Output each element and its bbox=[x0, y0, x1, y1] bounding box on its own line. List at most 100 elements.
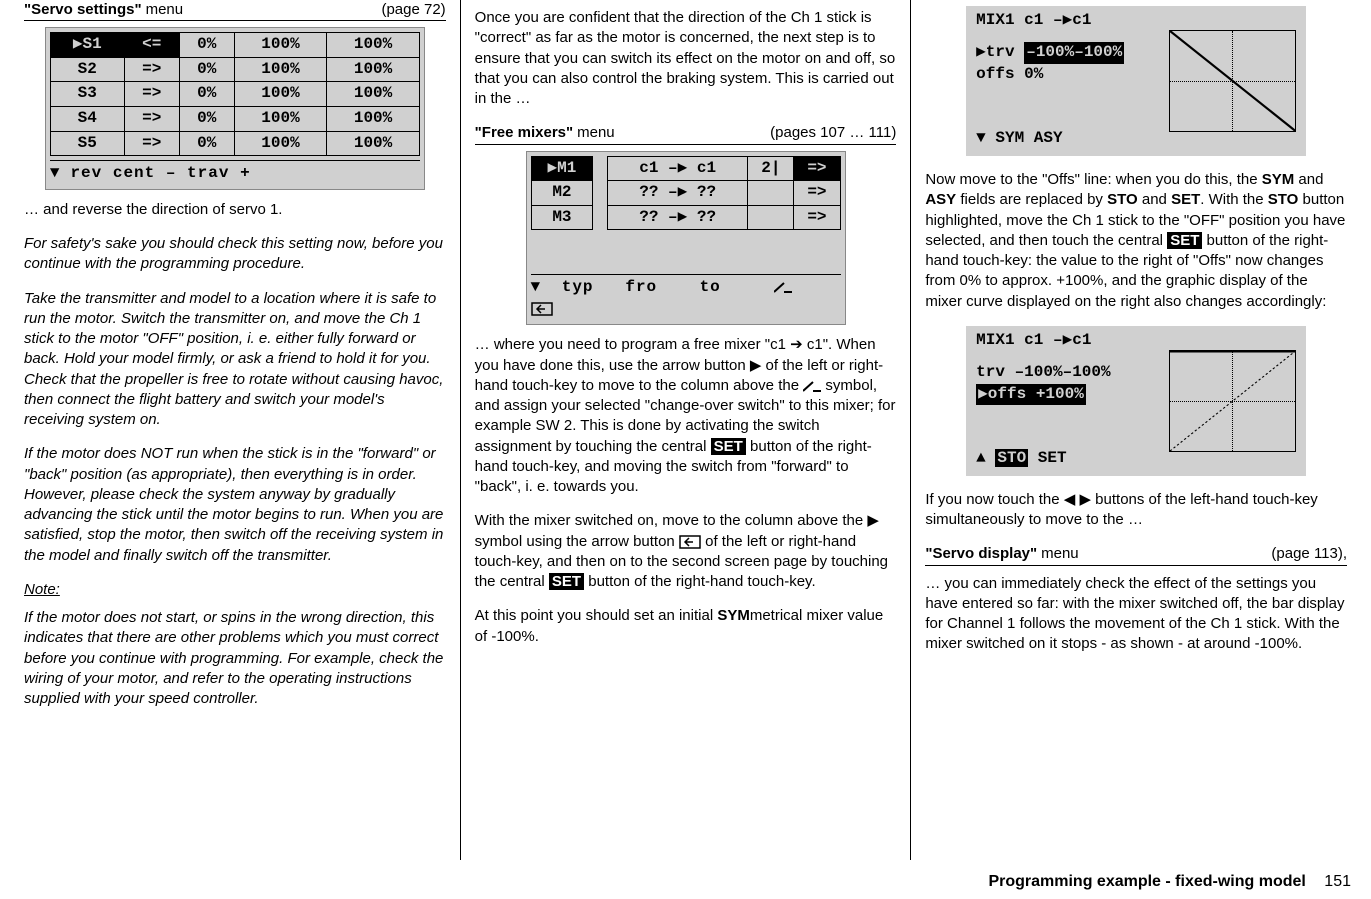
t1-s4: 100% bbox=[234, 107, 327, 132]
m1-to: c1 bbox=[697, 159, 716, 177]
t2-s4: 100% bbox=[327, 107, 420, 132]
mix1-offs: offs 0% bbox=[976, 64, 1169, 86]
rev-s5: => bbox=[124, 131, 179, 156]
foot-fro: fro bbox=[625, 278, 657, 296]
c3-p2: If you now touch the ◀ ▶ buttons of the … bbox=[925, 490, 1347, 531]
menu-name: "Servo settings" bbox=[24, 0, 142, 20]
c2-p3: With the mixer switched on, move to the … bbox=[475, 511, 897, 592]
sto-button: STO bbox=[995, 449, 1028, 467]
switch-symbol-icon bbox=[803, 380, 821, 392]
c2-p2a: … where you need to program a free mixer… bbox=[475, 336, 883, 394]
c3-p1-pre: Now move to the "Offs" line: when you do… bbox=[925, 171, 1261, 188]
column-3: MIX1 c1 –▶c1 ▶trv –100%–100% offs 0% ▼ S… bbox=[911, 0, 1361, 860]
mix2-offs: ▶offs +100% bbox=[976, 384, 1086, 406]
cent-s2: 0% bbox=[179, 57, 234, 82]
mixer-curve-chart bbox=[1169, 30, 1296, 132]
mix1-screen-sym: MIX1 c1 –▶c1 ▶trv –100%–100% offs 0% ▼ S… bbox=[966, 6, 1306, 156]
m1-sw: 2| bbox=[748, 156, 794, 181]
rev-s2: => bbox=[124, 57, 179, 82]
mix1-trv: ▶trv –100%–100% bbox=[976, 42, 1169, 64]
c3-p1-m2: fields are replaced by bbox=[956, 191, 1107, 208]
rev-s1: <= bbox=[124, 33, 179, 58]
c1-p4: If the motor does NOT run when the stick… bbox=[24, 444, 446, 566]
column-2: Once you are confident that the directio… bbox=[461, 0, 912, 860]
footer-title: Programming example - fixed-wing model bbox=[988, 873, 1305, 890]
c1-p3: Take the transmitter and model to a loca… bbox=[24, 289, 446, 431]
rev-s4: => bbox=[124, 107, 179, 132]
footer-page-number: 151 bbox=[1324, 873, 1351, 890]
menu-word: menu bbox=[1041, 544, 1271, 564]
servo-settings-screen: ▶S1 <= 0% 100% 100% S2 => 0% 100% 100% S… bbox=[45, 27, 425, 190]
mix2-foot: ▲ STO SET bbox=[976, 448, 1066, 470]
note-label: Note: bbox=[24, 580, 446, 600]
c2-p3c: button of the right-hand touch-key. bbox=[584, 573, 816, 590]
foot-typ: typ bbox=[562, 278, 594, 296]
enter-icon bbox=[679, 535, 701, 549]
menu-word: menu bbox=[577, 123, 770, 143]
c2-p4-bold: SYM bbox=[717, 607, 750, 624]
page-footer: Programming example - fixed-wing model 1… bbox=[988, 873, 1351, 891]
c3-p1-m3: and bbox=[1138, 191, 1171, 208]
m2-sw bbox=[748, 181, 794, 206]
m3-sym: => bbox=[794, 205, 840, 230]
foot-to: to bbox=[700, 278, 721, 296]
c3-p1-b5: STO bbox=[1268, 191, 1299, 208]
t2-s2: 100% bbox=[327, 57, 420, 82]
menu-servo-display: "Servo display" menu (page 113), bbox=[925, 544, 1347, 565]
m1-from: c1 bbox=[639, 159, 658, 177]
m1-sym: => bbox=[794, 156, 840, 181]
menu-page-ref: (pages 107 … 111) bbox=[770, 123, 896, 143]
m3-to: ?? bbox=[697, 208, 716, 226]
mix2-title: MIX1 c1 –▶c1 bbox=[976, 330, 1169, 352]
free-mixers-screen: ▶M1 c1 –▶ c1 2| => M2 ?? –▶ ?? => M3 ?? bbox=[526, 151, 846, 326]
enter-icon bbox=[531, 302, 553, 316]
c2-p4-pre: At this point you should set an initial bbox=[475, 607, 718, 624]
t1-s2: 100% bbox=[234, 57, 327, 82]
mixer-curve-chart-2 bbox=[1169, 350, 1296, 452]
switch-symbol-icon bbox=[774, 281, 792, 293]
srv-s3: S3 bbox=[50, 82, 124, 107]
c3-p1-b1: SYM bbox=[1262, 171, 1295, 188]
c3-p1: Now move to the "Offs" line: when you do… bbox=[925, 170, 1347, 312]
mix2-foot-post: SET bbox=[1028, 449, 1066, 467]
c2-p1: Once you are confident that the directio… bbox=[475, 8, 897, 109]
mix1-trv-val: –100%–100% bbox=[1024, 42, 1124, 64]
c3-p1-m4: . With the bbox=[1200, 191, 1268, 208]
srv-s2: S2 bbox=[50, 57, 124, 82]
c1-p2: For safety's sake you should check this … bbox=[24, 234, 446, 275]
c3-p1-b2: ASY bbox=[925, 191, 956, 208]
m2: M2 bbox=[531, 181, 593, 206]
m2-to: ?? bbox=[697, 183, 716, 201]
m1: ▶M1 bbox=[531, 156, 593, 181]
m3: M3 bbox=[531, 205, 593, 230]
menu-name: "Free mixers" bbox=[475, 123, 573, 143]
c3-p1-b4: SET bbox=[1171, 191, 1200, 208]
mix1-foot: ▼ SYM ASY bbox=[976, 128, 1062, 150]
rev-s3: => bbox=[124, 82, 179, 107]
set-button: SET bbox=[549, 573, 584, 590]
t2-s5: 100% bbox=[327, 131, 420, 156]
column-1: "Servo settings" menu (page 72) ▶S1 <= 0… bbox=[10, 0, 461, 860]
m2-sym: => bbox=[794, 181, 840, 206]
c2-p2: … where you need to program a free mixer… bbox=[475, 335, 897, 497]
servo-footer: rev cent – trav + bbox=[70, 164, 250, 182]
cent-s3: 0% bbox=[179, 82, 234, 107]
menu-free-mixers: "Free mixers" menu (pages 107 … 111) bbox=[475, 123, 897, 144]
mix1-screen-sto: MIX1 c1 –▶c1 trv –100%–100% ▶offs +100% … bbox=[966, 326, 1306, 476]
set-button: SET bbox=[1167, 232, 1202, 249]
cent-s5: 0% bbox=[179, 131, 234, 156]
t2-s1: 100% bbox=[327, 33, 420, 58]
t1-s5: 100% bbox=[234, 131, 327, 156]
mix2-trv: trv –100%–100% bbox=[976, 362, 1169, 384]
c1-p1: … and reverse the direction of servo 1. bbox=[24, 200, 446, 220]
srv-s1: ▶S1 bbox=[50, 33, 124, 58]
c1-p5: If the motor does not start, or spins in… bbox=[24, 608, 446, 709]
m3-from: ?? bbox=[639, 208, 658, 226]
mix1-title: MIX1 c1 –▶c1 bbox=[976, 10, 1169, 32]
menu-page-ref: (page 113), bbox=[1271, 544, 1347, 564]
c3-p3: … you can immediately check the effect o… bbox=[925, 574, 1347, 655]
mix2-foot-pre: ▲ bbox=[976, 449, 995, 467]
t1-s3: 100% bbox=[234, 82, 327, 107]
t1-s1: 100% bbox=[234, 33, 327, 58]
srv-s5: S5 bbox=[50, 131, 124, 156]
